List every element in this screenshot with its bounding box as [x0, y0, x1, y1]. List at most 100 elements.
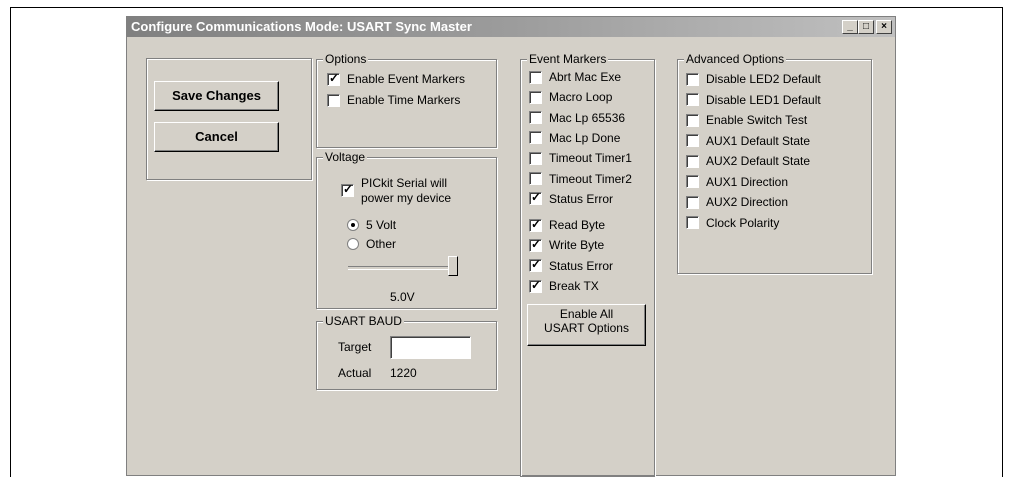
- advanced-option-checkbox-2[interactable]: Enable Switch Test: [686, 113, 807, 127]
- checkbox-box[interactable]: [686, 154, 699, 168]
- radio-dot[interactable]: [347, 219, 359, 231]
- event-markers-group: Event Markers Abrt Mac Exe Macro Loop Mac …: [520, 52, 655, 477]
- target-label: Target: [338, 340, 372, 354]
- advanced-option-label: AUX2 Direction: [706, 195, 789, 209]
- checkbox-box[interactable]: ✓: [529, 236, 542, 252]
- event-marker-label: Status Error: [549, 191, 614, 206]
- checkbox-box[interactable]: [529, 172, 542, 185]
- checkbox-box[interactable]: ✓: [327, 71, 340, 86]
- checkbox-box[interactable]: ✓: [529, 257, 542, 273]
- checkbox-box[interactable]: [529, 70, 542, 84]
- event-marker-label: Macro Loop: [549, 90, 613, 105]
- baud-title: USART BAUD: [323, 314, 404, 328]
- checkbox-box[interactable]: [686, 134, 699, 147]
- voltage-slider-thumb[interactable]: [448, 256, 458, 276]
- event-marker-label: Timeout Timer1: [549, 151, 632, 166]
- maximize-button[interactable]: □: [858, 20, 874, 34]
- power-label-line1: PICkit Serial will: [361, 176, 448, 190]
- actual-label: Actual: [338, 366, 372, 380]
- advanced-option-label: AUX2 Default State: [706, 154, 811, 168]
- power-label-line2: power my device: [361, 191, 452, 205]
- checkbox-box[interactable]: [686, 195, 699, 209]
- radio-5-volt[interactable]: 5 Volt: [347, 218, 396, 232]
- checkmark-icon: ✓: [531, 236, 542, 251]
- checkmark-icon: ✓: [531, 277, 542, 292]
- checkmark-icon: ✓: [531, 216, 542, 231]
- checkbox-box[interactable]: [529, 131, 542, 145]
- event-marker-label: Timeout Timer2: [549, 171, 632, 186]
- advanced-option-label: AUX1 Direction: [706, 174, 789, 189]
- checkbox-box[interactable]: ✓: [529, 190, 542, 206]
- voltage-title: Voltage: [323, 150, 368, 164]
- advanced-option-checkbox-5[interactable]: AUX1 Direction: [686, 175, 788, 189]
- advanced-option-label: Clock Polarity: [706, 215, 780, 230]
- save-changes-button[interactable]: Save Changes: [154, 81, 279, 111]
- voltage-slider-track: [348, 266, 454, 270]
- event-marker-checkbox-9[interactable]: ✓ Status Error: [529, 257, 614, 273]
- advanced-option-label: Enable Switch Test: [706, 113, 808, 127]
- event-marker-label: Read Byte: [549, 218, 606, 233]
- event-marker-checkbox-7[interactable]: ✓ Read Byte: [529, 216, 606, 233]
- close-button[interactable]: ×: [876, 20, 892, 34]
- event-marker-checkbox-1[interactable]: Macro Loop: [529, 90, 612, 104]
- event-marker-checkbox-5[interactable]: Timeout Timer2: [529, 172, 632, 186]
- radio-dot[interactable]: [347, 238, 359, 250]
- advanced-option-checkbox-1[interactable]: Disable LED1 Default: [686, 93, 821, 107]
- checkbox-box[interactable]: [529, 151, 542, 165]
- checkbox-box[interactable]: [686, 175, 699, 188]
- option-checkbox-0[interactable]: ✓ Enable Event Markers: [327, 71, 465, 86]
- option-label: Enable Time Markers: [347, 93, 461, 107]
- radio-5-volt-label: 5 Volt: [366, 218, 397, 232]
- checkbox-box[interactable]: [529, 90, 542, 104]
- advanced-option-checkbox-4[interactable]: AUX2 Default State: [686, 154, 810, 168]
- advanced-option-label: Disable LED2 Default: [706, 72, 821, 86]
- event-marker-label: Mac Lp 65536: [549, 110, 626, 125]
- advanced-option-label: AUX1 Default State: [706, 133, 811, 148]
- usart-baud-group: USART BAUD Target Actual 1220: [316, 314, 497, 390]
- checkbox-box[interactable]: ✓: [529, 216, 542, 232]
- options-title: Options: [323, 52, 369, 66]
- event-marker-checkbox-2[interactable]: Mac Lp 65536: [529, 111, 625, 125]
- checkbox-box[interactable]: ✓: [529, 277, 542, 293]
- advanced-options-group: Advanced Options Disable LED2 Default Dis…: [677, 52, 872, 274]
- event-marker-checkbox-0[interactable]: Abrt Mac Exe: [529, 70, 621, 84]
- event-markers-title: Event Markers: [527, 52, 609, 66]
- event-marker-checkbox-10[interactable]: ✓ Break TX: [529, 277, 599, 293]
- radio-other-label: Other: [366, 237, 397, 251]
- advanced-option-checkbox-7[interactable]: Clock Polarity: [686, 216, 779, 230]
- voltage-group: Voltage ✓ PICkit Serial will power my de…: [316, 150, 497, 309]
- checkbox-box[interactable]: [686, 72, 699, 86]
- event-marker-checkbox-8[interactable]: ✓ Write Byte: [529, 236, 604, 252]
- advanced-option-checkbox-0[interactable]: Disable LED2 Default: [686, 72, 821, 86]
- enable-all-usart-options-button[interactable]: Enable All USART Options: [527, 304, 646, 346]
- option-checkbox-1[interactable]: Enable Time Markers: [327, 93, 460, 107]
- radio-other[interactable]: Other: [347, 237, 396, 251]
- advanced-option-checkbox-6[interactable]: AUX2 Direction: [686, 195, 788, 209]
- checkmark-icon: ✓: [343, 182, 354, 196]
- event-marker-checkbox-4[interactable]: Timeout Timer1: [529, 151, 632, 165]
- checkmark-icon: ✓: [531, 190, 542, 205]
- advanced-options-title: Advanced Options: [684, 52, 787, 66]
- event-marker-label: Abrt Mac Exe: [549, 70, 622, 84]
- cancel-button[interactable]: Cancel: [154, 122, 279, 152]
- event-marker-label: Mac Lp Done: [549, 130, 621, 145]
- checkbox-box[interactable]: [686, 216, 699, 229]
- enable-all-line2: USART Options: [544, 321, 629, 335]
- title-bar[interactable]: Configure Communications Mode: USART Syn…: [127, 17, 895, 37]
- event-marker-label: Break TX: [549, 279, 599, 293]
- power-device-checkbox[interactable]: ✓ PICkit Serial will power my device: [341, 176, 451, 206]
- checkmark-icon: ✓: [531, 257, 542, 272]
- target-baud-input[interactable]: [390, 336, 471, 359]
- enable-all-line1: Enable All: [559, 307, 614, 321]
- checkbox-box[interactable]: ✓: [341, 182, 354, 197]
- event-marker-checkbox-3[interactable]: Mac Lp Done: [529, 131, 620, 145]
- advanced-option-checkbox-3[interactable]: AUX1 Default State: [686, 134, 810, 148]
- checkbox-box[interactable]: [327, 93, 340, 107]
- event-marker-label: Status Error: [549, 258, 614, 273]
- event-marker-checkbox-6[interactable]: ✓ Status Error: [529, 190, 614, 206]
- checkbox-box[interactable]: [686, 93, 699, 106]
- voltage-value: 5.0V: [390, 290, 415, 304]
- checkbox-box[interactable]: [686, 113, 699, 127]
- minimize-button[interactable]: _: [842, 20, 858, 34]
- checkbox-box[interactable]: [529, 111, 542, 125]
